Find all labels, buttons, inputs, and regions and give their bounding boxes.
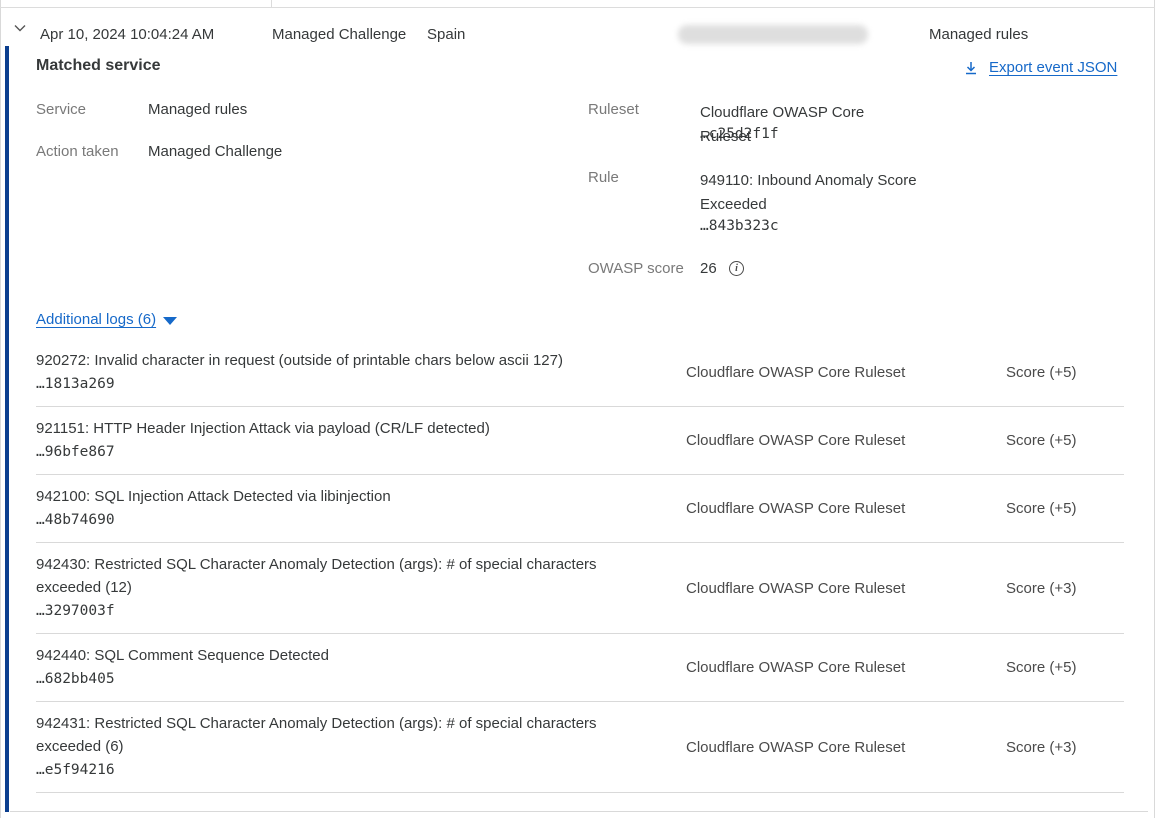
download-icon: [963, 60, 979, 76]
event-row-summary[interactable]: Apr 10, 2024 10:04:24 AM Managed Challen…: [0, 8, 1155, 46]
matched-service-title: Matched service: [36, 57, 161, 75]
log-row: 942440: SQL Comment Sequence Detected …6…: [36, 634, 1124, 702]
log-ruleset: Cloudflare OWASP Core Ruleset: [686, 580, 1006, 597]
log-score: Score (+5): [1006, 432, 1124, 449]
log-rule-hash: …3297003f: [36, 599, 624, 623]
action-taken-value: Managed Challenge: [148, 143, 282, 160]
owasp-score-value: 26: [700, 260, 717, 277]
log-rule-title: 920272: Invalid character in request (ou…: [36, 349, 624, 372]
ruleset-hash: …c25d2f1f: [700, 126, 779, 142]
log-rule-title: 921151: HTTP Header Injection Attack via…: [36, 417, 624, 440]
log-score: Score (+3): [1006, 580, 1124, 597]
row-bottom-divider: [10, 811, 1148, 812]
rule-value: 949110: Inbound Anomaly Score Exceeded: [700, 169, 918, 217]
selected-row-accent-bar: [5, 46, 9, 812]
log-ruleset: Cloudflare OWASP Core Ruleset: [686, 659, 1006, 676]
right-border: [1154, 0, 1155, 818]
log-score: Score (+3): [1006, 739, 1124, 756]
chevron-down-icon[interactable]: [12, 20, 28, 36]
owasp-score-label: OWASP score: [588, 260, 684, 277]
column-divider-tick: [271, 0, 272, 7]
log-row: 920272: Invalid character in request (ou…: [36, 339, 1124, 407]
additional-logs-label: Additional logs (6): [36, 311, 156, 328]
log-score: Score (+5): [1006, 364, 1124, 381]
log-rule-hash: …682bb405: [36, 667, 624, 691]
log-score: Score (+5): [1006, 659, 1124, 676]
redacted-field: [678, 25, 868, 44]
log-ruleset: Cloudflare OWASP Core Ruleset: [686, 364, 1006, 381]
log-rule-hash: …48b74690: [36, 508, 624, 532]
log-rule-title: 942431: Restricted SQL Character Anomaly…: [36, 712, 624, 758]
log-rule-hash: …1813a269: [36, 372, 624, 396]
log-rule-title: 942430: Restricted SQL Character Anomaly…: [36, 553, 624, 599]
firewall-event-expanded-row: Apr 10, 2024 10:04:24 AM Managed Challen…: [0, 0, 1160, 818]
service-label: Service: [36, 101, 86, 118]
log-row: 921151: HTTP Header Injection Attack via…: [36, 407, 1124, 475]
log-ruleset: Cloudflare OWASP Core Ruleset: [686, 500, 1006, 517]
event-country: Spain: [427, 26, 465, 43]
log-rule-title: 942100: SQL Injection Attack Detected vi…: [36, 485, 624, 508]
log-ruleset: Cloudflare OWASP Core Ruleset: [686, 739, 1006, 756]
log-row: 942430: Restricted SQL Character Anomaly…: [36, 543, 1124, 634]
export-event-json-link[interactable]: Export event JSON: [963, 59, 1117, 76]
log-rule-hash: …e5f94216: [36, 758, 624, 782]
additional-logs-toggle[interactable]: Additional logs (6): [36, 311, 177, 328]
caret-down-icon: [163, 317, 177, 325]
export-event-json-label: Export event JSON: [989, 59, 1117, 76]
service-value: Managed rules: [148, 101, 247, 118]
log-rule-hash: …96bfe867: [36, 440, 624, 464]
log-score: Score (+5): [1006, 500, 1124, 517]
action-taken-label: Action taken: [36, 143, 119, 160]
log-row: 942431: Restricted SQL Character Anomaly…: [36, 702, 1124, 793]
rule-label: Rule: [588, 169, 619, 186]
log-ruleset: Cloudflare OWASP Core Ruleset: [686, 432, 1006, 449]
rule-hash: …843b323c: [700, 218, 779, 234]
event-action: Managed Challenge: [272, 26, 406, 43]
ruleset-label: Ruleset: [588, 101, 639, 118]
left-border: [0, 0, 1, 818]
event-service: Managed rules: [929, 26, 1028, 43]
log-row: 942100: SQL Injection Attack Detected vi…: [36, 475, 1124, 543]
info-icon[interactable]: [729, 261, 744, 276]
log-rule-title: 942440: SQL Comment Sequence Detected: [36, 644, 624, 667]
event-timestamp: Apr 10, 2024 10:04:24 AM: [40, 26, 214, 43]
additional-logs-list: 920272: Invalid character in request (ou…: [36, 339, 1124, 793]
